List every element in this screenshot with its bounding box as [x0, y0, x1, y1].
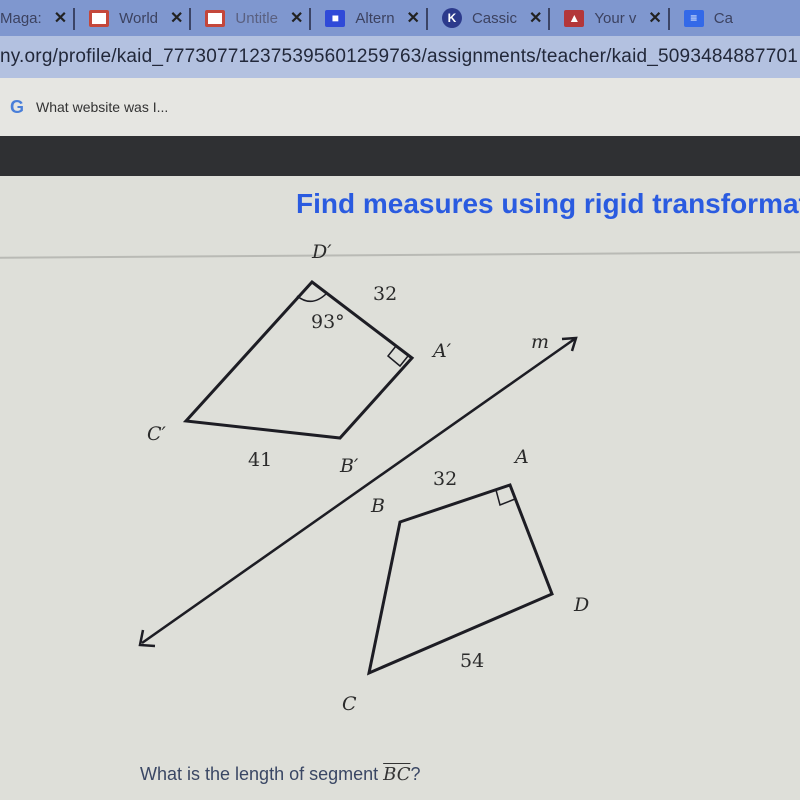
original-quadrilateral	[366, 483, 554, 676]
question-text: What is the length of segment BC?	[140, 764, 421, 785]
vertex-label-a: A	[513, 446, 529, 468]
side-label-a-b: 32	[433, 468, 457, 490]
question-prefix: What is the length of segment	[140, 764, 384, 784]
vertex-label-d-prime: D′	[311, 241, 332, 263]
vertex-label-c: C	[342, 693, 357, 715]
vertex-label-d: D	[573, 594, 589, 616]
side-label-c-d: 54	[460, 650, 484, 672]
side-label-c-b-prime: 41	[248, 449, 272, 471]
angle-label: 93°	[311, 311, 345, 333]
side-label-d-a-prime: 32	[373, 283, 397, 305]
vertex-label-b-prime: B′	[339, 455, 359, 477]
vertex-label-c-prime: C′	[147, 423, 167, 445]
image-quadrilateral	[182, 279, 415, 440]
vertex-label-a-prime: A′	[431, 340, 452, 362]
line-label-m: m	[531, 331, 549, 353]
vertex-label-b: B	[370, 495, 385, 517]
transformation-figure: D′ A′ B′ C′ 93° 32 41 m A B C D 32 54	[138, 241, 589, 715]
segment-label: BC	[383, 764, 411, 785]
question-suffix: ?	[410, 764, 421, 784]
